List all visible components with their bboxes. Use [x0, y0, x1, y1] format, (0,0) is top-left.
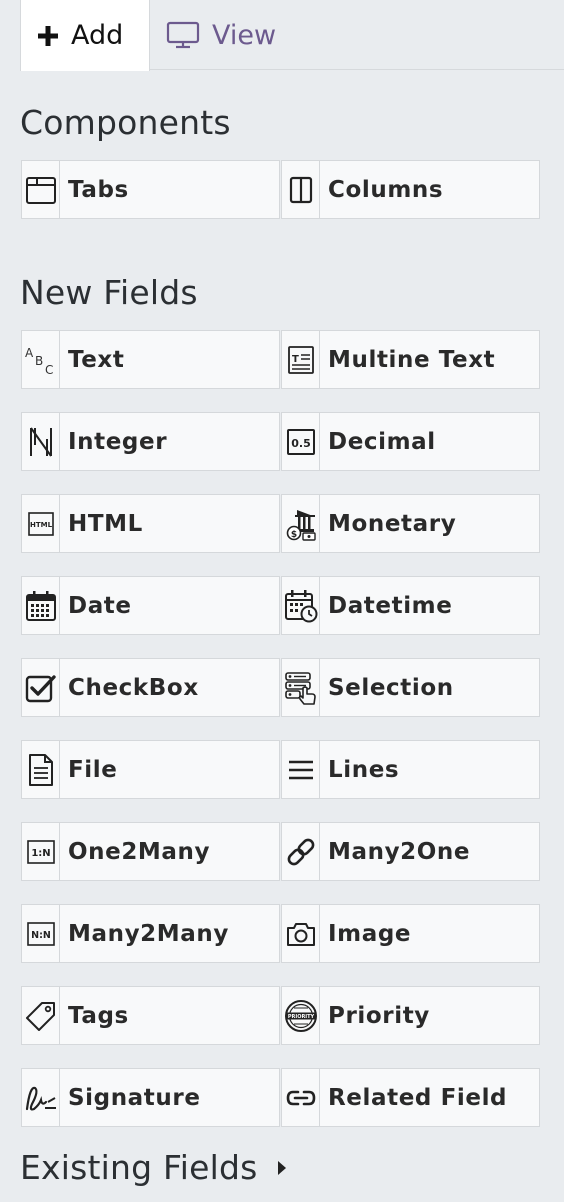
field-label: File	[68, 756, 118, 783]
field-label: Text	[68, 346, 125, 373]
field-decimal[interactable]: 0.5 Decimal	[281, 412, 540, 471]
component-label: Tabs	[68, 176, 129, 203]
svg-text:C: C	[45, 363, 53, 377]
field-lines[interactable]: Lines	[281, 740, 540, 799]
field-label: CheckBox	[68, 674, 199, 701]
monetary-bank-icon: $	[282, 495, 320, 552]
field-label: Datetime	[328, 592, 453, 619]
field-label: Monetary	[328, 510, 457, 537]
field-label: Signature	[68, 1084, 201, 1111]
field-datetime[interactable]: Datetime	[281, 576, 540, 635]
field-monetary[interactable]: $ Monetary	[281, 494, 540, 553]
field-priority[interactable]: PRIORITY Priority	[281, 986, 540, 1045]
field-label: Multine Text	[328, 346, 496, 373]
field-label: Image	[328, 920, 412, 947]
tab-view[interactable]: View	[166, 0, 316, 70]
svg-text:0.5: 0.5	[291, 437, 311, 450]
integer-n-icon	[22, 413, 60, 470]
multiline-text-icon: T	[282, 331, 320, 388]
svg-text:$: $	[290, 530, 296, 540]
field-label: Many2Many	[68, 920, 229, 947]
tab-bar: Add View	[20, 0, 564, 71]
field-file[interactable]: File	[21, 740, 280, 799]
tag-icon	[22, 987, 60, 1044]
decimal-icon: 0.5	[282, 413, 320, 470]
selection-list-icon	[282, 659, 320, 716]
field-label: Selection	[328, 674, 454, 701]
link-icon	[282, 823, 320, 880]
svg-text:B: B	[35, 354, 43, 368]
one-to-many-icon: 1:N	[22, 823, 60, 880]
component-tabs[interactable]: Tabs	[21, 160, 280, 219]
existing-fields-heading: Existing Fields	[20, 1148, 258, 1187]
html-icon: HTML	[22, 495, 60, 552]
lines-icon	[282, 741, 320, 798]
field-integer[interactable]: Integer	[21, 412, 280, 471]
calendar-icon	[22, 577, 60, 634]
text-abc-icon: ABC	[22, 331, 60, 388]
priority-badge-icon: PRIORITY	[282, 987, 320, 1044]
field-date[interactable]: Date	[21, 576, 280, 635]
component-columns[interactable]: Columns	[281, 160, 540, 219]
field-label: Lines	[328, 756, 400, 783]
svg-text:1:N: 1:N	[31, 848, 50, 859]
svg-text:T: T	[292, 354, 299, 365]
field-signature[interactable]: Signature	[21, 1068, 280, 1127]
caret-right-icon	[276, 1159, 288, 1177]
signature-icon	[22, 1069, 60, 1126]
field-many2one[interactable]: Many2One	[281, 822, 540, 881]
field-one2many[interactable]: 1:N One2Many	[21, 822, 280, 881]
tab-add-label: Add	[71, 20, 124, 51]
checkbox-icon	[22, 659, 60, 716]
field-tags[interactable]: Tags	[21, 986, 280, 1045]
tab-add[interactable]: Add	[20, 0, 150, 71]
field-checkbox[interactable]: CheckBox	[21, 658, 280, 717]
field-many2many[interactable]: N:N Many2Many	[21, 904, 280, 963]
columns-icon	[282, 161, 320, 218]
existing-fields-toggle[interactable]: Existing Fields	[20, 1148, 288, 1187]
component-label: Columns	[328, 176, 444, 203]
calendar-clock-icon	[282, 577, 320, 634]
plus-icon	[37, 25, 59, 47]
field-selection[interactable]: Selection	[281, 658, 540, 717]
field-label: One2Many	[68, 838, 211, 865]
svg-text:N:N: N:N	[31, 930, 51, 941]
file-icon	[22, 741, 60, 798]
field-label: Integer	[68, 428, 168, 455]
new-fields-heading: New Fields	[20, 273, 198, 312]
tab-view-label: View	[212, 19, 277, 51]
svg-text:PRIORITY: PRIORITY	[287, 1014, 314, 1020]
field-label: Tags	[68, 1002, 129, 1029]
field-html[interactable]: HTML HTML	[21, 494, 280, 553]
tabs-icon	[22, 161, 60, 218]
field-label: Date	[68, 592, 132, 619]
field-multiline-text[interactable]: T Multine Text	[281, 330, 540, 389]
related-link-icon	[282, 1069, 320, 1126]
camera-icon	[282, 905, 320, 962]
field-image[interactable]: Image	[281, 904, 540, 963]
components-heading: Components	[20, 103, 231, 142]
field-label: Related Field	[328, 1084, 508, 1111]
field-label: Many2One	[328, 838, 471, 865]
field-text[interactable]: ABC Text	[21, 330, 280, 389]
field-label: Priority	[328, 1002, 430, 1029]
svg-text:A: A	[25, 346, 34, 360]
svg-text:HTML: HTML	[29, 521, 52, 529]
field-label: Decimal	[328, 428, 436, 455]
field-label: HTML	[68, 510, 143, 537]
monitor-icon	[166, 21, 200, 49]
field-related-field[interactable]: Related Field	[281, 1068, 540, 1127]
many-to-many-icon: N:N	[22, 905, 60, 962]
